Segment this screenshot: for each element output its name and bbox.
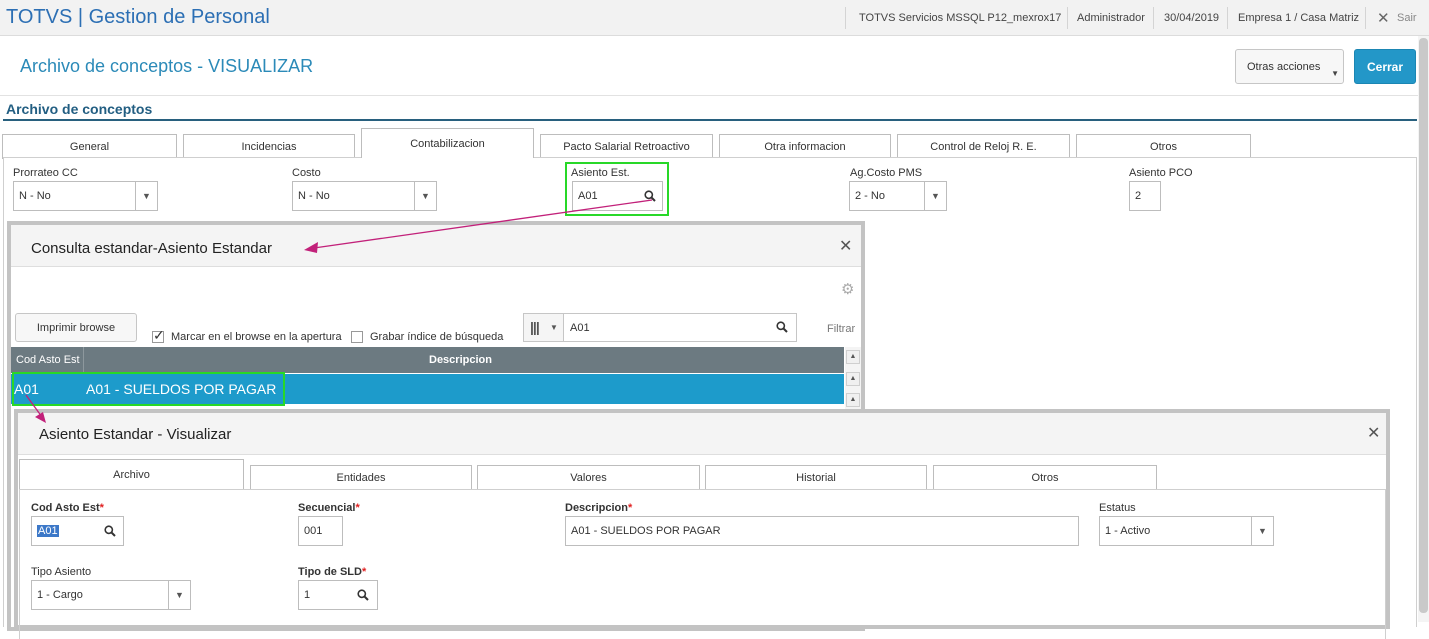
topbar-divider <box>1365 7 1366 29</box>
chevron-down-icon[interactable]: ▼ <box>1251 517 1273 545</box>
cod-asto-value: A01 <box>37 525 59 537</box>
ag-costo-label: Ag.Costo PMS <box>850 167 923 179</box>
page-title: Archivo de conceptos - VISUALIZAR <box>20 56 314 76</box>
prorrateo-value: N - No <box>19 190 51 202</box>
tab-archivo[interactable]: Archivo <box>19 459 244 489</box>
date-label: 30/04/2019 <box>1164 12 1220 24</box>
tipo-sld-value: 1 <box>304 589 311 601</box>
ag-costo-select[interactable]: 2 - No ▼ <box>849 181 947 211</box>
prorrateo-select[interactable]: N - No ▼ <box>13 181 158 211</box>
tab-otros[interactable]: Otros <box>1076 134 1251 159</box>
search-icon[interactable] <box>776 321 788 333</box>
dialog-title: Consulta estandar-Asiento Estandar <box>31 240 272 257</box>
search-icon[interactable] <box>357 589 369 601</box>
scroll-top-icon[interactable]: ▲ <box>846 350 860 364</box>
user-label[interactable]: Administrador <box>1077 12 1145 24</box>
checkmark-icon: ✓ <box>153 327 165 343</box>
search-icon[interactable] <box>644 190 656 202</box>
tab-valores[interactable]: Valores <box>477 465 700 490</box>
costo-select[interactable]: N - No ▼ <box>292 181 437 211</box>
close-icon[interactable]: ✕ <box>839 236 852 256</box>
cod-asto-label: Cod Asto Est* <box>31 502 104 514</box>
tipo-asiento-select[interactable]: 1 - Cargo ▼ <box>31 580 191 610</box>
search-box[interactable] <box>523 313 797 342</box>
asiento-pco-label: Asiento PCO <box>1129 167 1193 179</box>
tab-otros[interactable]: Otros <box>933 465 1157 490</box>
otras-acciones-label: Otras acciones <box>1247 61 1321 73</box>
topbar-divider <box>845 7 846 29</box>
section-title: Archivo de conceptos <box>6 101 153 117</box>
imprimir-browse-button[interactable]: Imprimir browse <box>15 313 137 342</box>
chevron-down-icon[interactable]: ▼ <box>414 182 436 210</box>
search-input[interactable]: A01 <box>570 322 590 334</box>
topbar-divider <box>1067 7 1068 29</box>
caret-down-icon: ▼ <box>550 323 558 332</box>
tab-contabilizacion[interactable]: Contabilizacion <box>361 128 534 158</box>
chevron-down-icon[interactable]: ▼ <box>168 581 190 609</box>
dialog-title: Asiento Estandar - Visualizar <box>39 426 232 443</box>
costo-label: Costo <box>292 167 321 179</box>
asiento-est-input[interactable]: A01 <box>572 181 663 211</box>
ag-costo-value: 2 - No <box>855 190 885 202</box>
asiento-est-label: Asiento Est. <box>571 167 630 179</box>
tab-otra-informacion[interactable]: Otra informacion <box>719 134 891 159</box>
page-scrollbar-thumb[interactable] <box>1419 38 1428 613</box>
exit-icon[interactable]: ✕ <box>1377 9 1390 27</box>
scroll-up-icon[interactable]: ▲ <box>846 393 860 407</box>
column-header-descripcion[interactable]: Descripcion <box>429 347 492 373</box>
marcar-checkbox[interactable]: ✓ <box>152 327 165 343</box>
company-label[interactable]: Empresa 1 / Casa Matriz <box>1238 12 1359 24</box>
estatus-value: 1 - Activo <box>1105 525 1151 537</box>
tipo-sld-input[interactable]: 1 <box>298 580 378 610</box>
exit-link[interactable]: Sair <box>1397 12 1417 24</box>
tab-pacto-salarial[interactable]: Pacto Salarial Retroactivo <box>540 134 713 159</box>
scroll-up-icon[interactable]: ▲ <box>846 372 860 386</box>
cerrar-button[interactable]: Cerrar <box>1354 49 1416 84</box>
descripcion-label: Descripcion* <box>565 502 633 514</box>
caret-down-icon: ▼ <box>1331 69 1339 78</box>
grid-header <box>11 347 844 373</box>
costo-value: N - No <box>298 190 330 202</box>
filtrar-link[interactable]: Filtrar <box>827 323 855 335</box>
close-icon[interactable]: ✕ <box>1367 423 1380 443</box>
tab-historial[interactable]: Historial <box>705 465 927 490</box>
asiento-estandar-dialog: Asiento Estandar - Visualizar ✕ Archivo … <box>14 409 1390 639</box>
tab-general[interactable]: General <box>2 134 177 159</box>
environment-label: TOTVS Servicios MSSQL P12_mexrox17 <box>859 12 1062 24</box>
chevron-down-icon[interactable]: ▼ <box>135 182 157 210</box>
grabar-label: Grabar índice de búsqueda <box>370 331 504 343</box>
otras-acciones-button[interactable]: Otras acciones ▼ <box>1235 49 1344 84</box>
descripcion-input[interactable]: A01 - SUELDOS POR PAGAR <box>565 516 1079 546</box>
topbar-divider <box>1153 7 1154 29</box>
asiento-pco-input[interactable]: 2 <box>1129 181 1161 211</box>
app-title: TOTVS | Gestion de Personal <box>6 6 270 28</box>
column-divider <box>83 347 84 373</box>
tipo-asiento-value: 1 - Cargo <box>37 589 83 601</box>
columns-icon: ||| <box>530 319 540 335</box>
columns-selector[interactable]: ||| ▼ <box>524 314 564 341</box>
grabar-checkbox[interactable] <box>351 331 363 343</box>
row-highlight <box>12 372 285 406</box>
tipo-sld-label: Tipo de SLD* <box>298 566 367 578</box>
secuencial-label: Secuencial* <box>298 502 360 514</box>
section-divider <box>3 119 1417 121</box>
chevron-down-icon[interactable]: ▼ <box>924 182 946 210</box>
archivo-panel <box>19 489 1386 639</box>
topbar-divider <box>1227 7 1228 29</box>
tipo-asiento-label: Tipo Asiento <box>31 566 92 578</box>
search-icon[interactable] <box>104 525 116 537</box>
marcar-label: Marcar en el browse en la apertura <box>171 331 342 343</box>
column-header-cod[interactable]: Cod Asto Est <box>16 347 80 373</box>
tab-entidades[interactable]: Entidades <box>250 465 472 490</box>
estatus-label: Estatus <box>1099 502 1136 514</box>
estatus-select[interactable]: 1 - Activo ▼ <box>1099 516 1274 546</box>
cod-asto-input[interactable]: A01 <box>31 516 124 546</box>
gear-icon[interactable]: ⚙ <box>841 280 854 298</box>
secuencial-input[interactable]: 001 <box>298 516 343 546</box>
tab-incidencias[interactable]: Incidencias <box>183 134 355 159</box>
tab-control-reloj[interactable]: Control de Reloj R. E. <box>897 134 1070 159</box>
asiento-est-value: A01 <box>578 190 598 202</box>
prorrateo-label: Prorrateo CC <box>13 167 78 179</box>
